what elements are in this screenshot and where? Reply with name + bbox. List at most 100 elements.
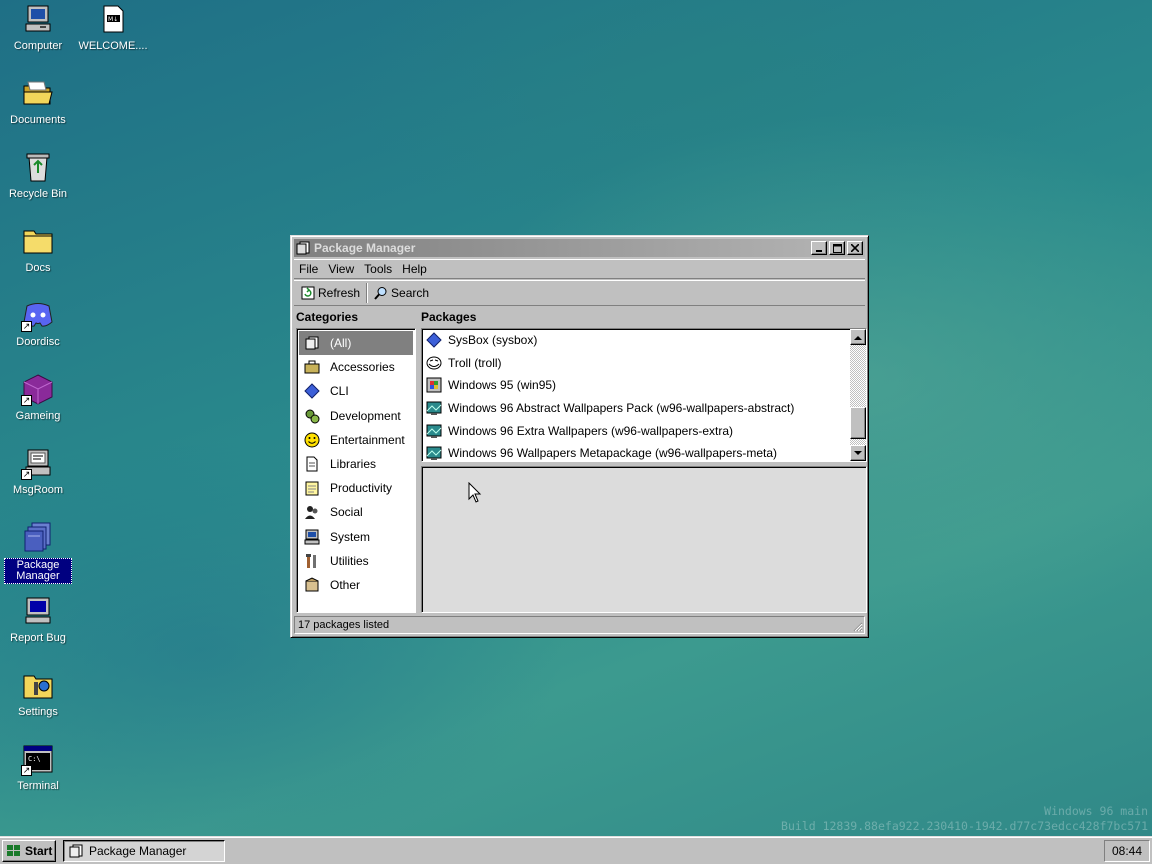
- shortcut-arrow-icon: ↗: [21, 321, 32, 332]
- settings-icon: [21, 668, 55, 702]
- desktop-icon-recycle-bin[interactable]: Recycle Bin: [0, 150, 76, 201]
- package-item-troll[interactable]: Troll (troll): [422, 352, 866, 375]
- search-button[interactable]: Search: [370, 282, 433, 304]
- shortcut-arrow-icon: ↗: [21, 765, 32, 776]
- taskbar: Start Package Manager 08:44: [0, 836, 1152, 864]
- menu-tools[interactable]: Tools: [359, 262, 397, 276]
- package-label: Windows 96 Abstract Wallpapers Pack (w96…: [448, 401, 795, 416]
- computer-icon: [21, 2, 55, 36]
- category-other[interactable]: Other: [299, 573, 413, 597]
- category-label: Productivity: [330, 481, 393, 496]
- scroll-thumb[interactable]: [850, 407, 866, 439]
- categories-title: Categories: [296, 310, 359, 324]
- desktop-icon-terminal[interactable]: C:\ ↗ Terminal: [0, 742, 76, 793]
- desktop-icon-computer[interactable]: Computer: [0, 2, 76, 53]
- clock[interactable]: 08:44: [1112, 844, 1142, 858]
- status-bar: 17 packages listed: [294, 616, 865, 634]
- category-accessories[interactable]: Accessories: [299, 355, 413, 379]
- misc-icon: [304, 577, 320, 593]
- category-social[interactable]: Social: [299, 500, 413, 524]
- packages-title: Packages: [421, 310, 477, 324]
- refresh-icon: [301, 286, 315, 300]
- desktop-icon-gameing[interactable]: ↗ Gameing: [0, 372, 76, 423]
- category-label: Entertainment: [330, 432, 405, 447]
- close-button[interactable]: [847, 241, 863, 255]
- scroll-up-button[interactable]: [850, 329, 866, 345]
- category-cli[interactable]: CLI: [299, 379, 413, 403]
- toolbar-separator: [366, 283, 369, 303]
- desktop-icon-label: Terminal: [17, 780, 59, 792]
- category-label: Development: [330, 408, 401, 423]
- document-icon: [304, 456, 320, 472]
- category-label: Social: [330, 505, 363, 520]
- start-button[interactable]: Start: [2, 840, 56, 862]
- category-label: System: [330, 529, 371, 544]
- categories-list: (All) Accessories CLI Development Entert…: [296, 328, 416, 613]
- menu-help[interactable]: Help: [397, 262, 432, 276]
- desktop-icon-label: Computer: [13, 40, 63, 52]
- desktop-icon-report-bug[interactable]: Report Bug: [0, 594, 76, 645]
- taskbar-button-package-manager[interactable]: Package Manager: [63, 840, 225, 862]
- package-label: Troll (troll): [448, 355, 502, 370]
- scroll-down-button[interactable]: [850, 445, 866, 461]
- refresh-label: Refresh: [318, 286, 361, 300]
- maximize-button[interactable]: [829, 241, 845, 255]
- category-label: (All): [330, 336, 352, 351]
- shortcut-arrow-icon: ↗: [21, 469, 32, 480]
- package-item-win95[interactable]: Windows 95 (win95): [422, 374, 866, 397]
- folder-open-icon: [21, 76, 55, 110]
- category-all[interactable]: (All): [299, 331, 413, 356]
- terminal-icon: C:\ ↗: [21, 742, 55, 776]
- package-item-wallpapers-extra[interactable]: Windows 96 Extra Wallpapers (w96-wallpap…: [422, 419, 866, 442]
- close-icon: [851, 244, 859, 252]
- category-utilities[interactable]: Utilities: [299, 549, 413, 573]
- folder-icon: [21, 224, 55, 258]
- wallpaper-icon: [426, 400, 442, 416]
- category-entertainment[interactable]: Entertainment: [299, 428, 413, 452]
- package-item-sysbox[interactable]: SysBox (sysbox): [422, 329, 866, 352]
- svg-text:C:\: C:\: [28, 755, 41, 763]
- package-manager-window[interactable]: Package Manager File View Tools Help Ref…: [290, 235, 869, 638]
- briefcase-icon: [304, 359, 320, 375]
- search-icon: [374, 287, 387, 300]
- minimize-button[interactable]: [811, 241, 827, 255]
- menu-view[interactable]: View: [323, 262, 359, 276]
- desktop-icon-package-manager[interactable]: Package Manager: [0, 520, 76, 584]
- desktop-icon-documents[interactable]: Documents: [0, 76, 76, 127]
- cube-icon: ↗: [21, 372, 55, 406]
- start-label: Start: [25, 844, 53, 858]
- monitor-bug-icon: [21, 594, 55, 628]
- package-item-wallpapers-meta[interactable]: Windows 96 Wallpapers Metapackage (w96-w…: [422, 442, 866, 461]
- desktop-icon-docs[interactable]: Docs: [0, 224, 76, 275]
- category-system[interactable]: System: [299, 525, 413, 549]
- packages-scrollbar[interactable]: [850, 329, 866, 461]
- window-titlebar[interactable]: Package Manager: [294, 239, 865, 257]
- discord-icon: ↗: [21, 298, 55, 332]
- minimize-icon: [816, 250, 822, 252]
- menu-bar: File View Tools Help: [294, 259, 865, 279]
- build-watermark: Windows 96 main Build 12839.88efa922.230…: [781, 804, 1148, 834]
- category-development[interactable]: Development: [299, 404, 413, 428]
- desktop-icon-settings[interactable]: Settings: [0, 668, 76, 719]
- status-text: 17 packages listed: [298, 619, 390, 631]
- desktop-icon-doordisc[interactable]: ↗ Doordisc: [0, 298, 76, 349]
- package-icon: [21, 520, 55, 554]
- category-productivity[interactable]: Productivity: [299, 476, 413, 500]
- category-label: Accessories: [330, 360, 395, 375]
- resize-grip-icon[interactable]: [851, 620, 863, 632]
- desktop-icon-msgroom[interactable]: ↗ MsgRoom: [0, 446, 76, 497]
- package-label: Windows 95 (win95): [448, 378, 557, 393]
- menu-file[interactable]: File: [294, 262, 323, 276]
- category-label: Libraries: [330, 457, 377, 472]
- system-icon: [304, 529, 320, 545]
- category-libraries[interactable]: Libraries: [299, 452, 413, 476]
- diamond-icon: [304, 383, 320, 400]
- people-icon: [304, 504, 320, 520]
- refresh-button[interactable]: Refresh: [297, 282, 364, 304]
- package-label: Windows 96 Extra Wallpapers (w96-wallpap…: [448, 423, 733, 438]
- desktop-icon-welcome[interactable]: M↓ WELCOME....: [75, 2, 151, 53]
- all-icon: [304, 335, 320, 351]
- category-label: CLI: [330, 384, 349, 399]
- package-item-wallpapers-abstract[interactable]: Windows 96 Abstract Wallpapers Pack (w96…: [422, 397, 866, 420]
- packages-list: SysBox (sysbox) Troll (troll) Windows 95…: [421, 328, 867, 462]
